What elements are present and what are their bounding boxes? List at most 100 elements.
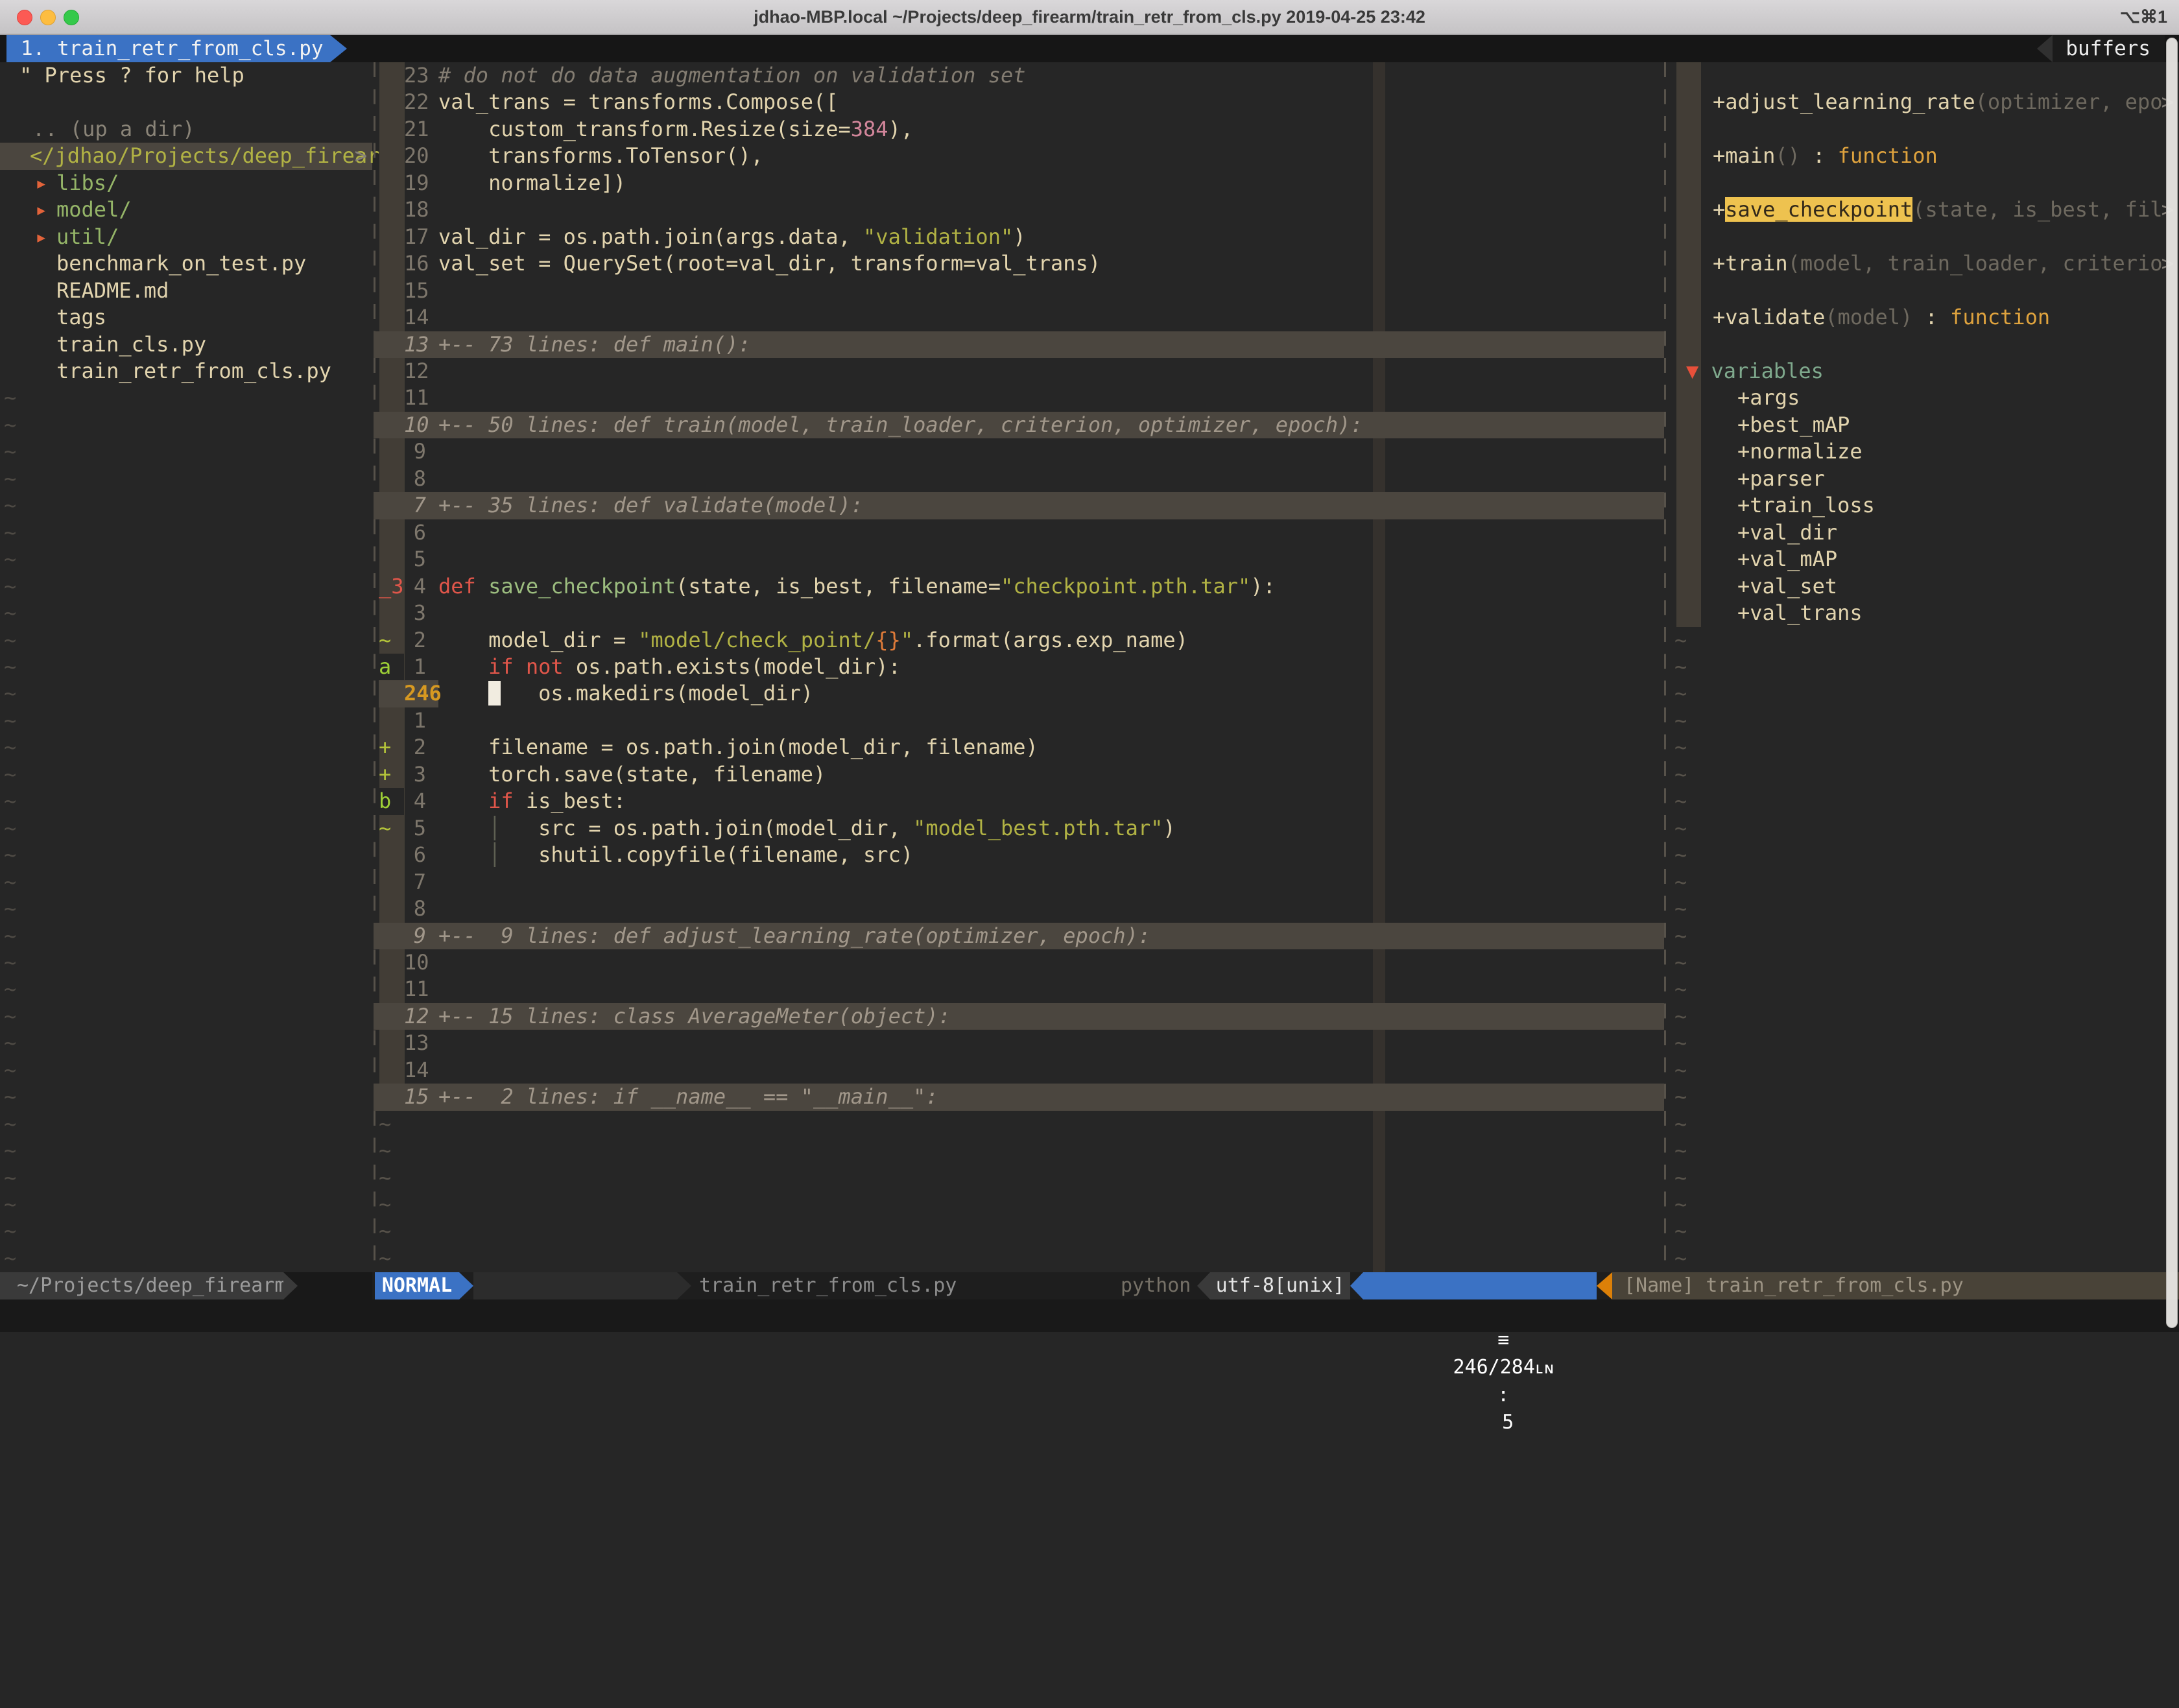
tag-item[interactable]: +normalize (1669, 438, 2179, 465)
empty-line-tilde: ~ (0, 949, 372, 976)
code-line[interactable]: 20 transforms.ToTensor(), (374, 143, 1664, 169)
code-line[interactable]: 5 (374, 546, 1664, 573)
code-line[interactable]: 9 (374, 438, 1664, 465)
powerline-arrow-icon (283, 1272, 298, 1299)
tree-item[interactable]: train_retr_from_cls.py (0, 358, 372, 385)
text-span (438, 842, 488, 867)
code-line[interactable]: 21 custom_transform.Resize(size=384), (374, 116, 1664, 143)
code-line[interactable]: 23# do not do data augmentation on valid… (374, 62, 1664, 89)
empty-line-tilde: ~ (0, 923, 372, 949)
line-number: 2 (404, 734, 438, 761)
tree-item[interactable]: README.md (0, 278, 372, 304)
tab-active[interactable]: 1. train_retr_from_cls.py (6, 35, 330, 62)
text-span (476, 574, 488, 599)
empty-line-tilde: ~ (374, 1165, 1664, 1191)
code-line[interactable]: 8 (374, 466, 1664, 492)
code-line[interactable]: 19 normalize]) (374, 170, 1664, 196)
tree-item[interactable]: .. (up a dir) (0, 116, 372, 143)
gutter-sign: _3 (379, 573, 404, 600)
scrollbar[interactable] (2166, 38, 2178, 1328)
gutter-sign (379, 170, 404, 196)
tagbar-panel[interactable]: +adjust_learning_rate(optimizer, epo> +ma… (1669, 62, 2179, 1272)
code-line[interactable]: 11 (374, 976, 1664, 1002)
code-line[interactable]: 14 (374, 1057, 1664, 1084)
code-line[interactable]: 3 (374, 600, 1664, 626)
tag-item[interactable] (1669, 116, 2179, 143)
code-line[interactable]: +2 filename = os.path.join(model_dir, fi… (374, 734, 1664, 761)
fold-line[interactable]: 15+-- 2 lines: if __name__ == "__main__"… (374, 1084, 1664, 1110)
tg-y: function (1838, 143, 1938, 168)
tag-item[interactable] (1669, 170, 2179, 196)
text-span: val_dir = os.path.join(args.data, (438, 224, 863, 249)
tag-item[interactable]: +adjust_learning_rate(optimizer, epo> (1669, 89, 2179, 115)
tag-item[interactable] (1669, 331, 2179, 358)
tag-item[interactable]: +parser (1669, 466, 2179, 492)
line-number: 7 (404, 492, 438, 519)
code-line[interactable]: +3 torch.save(state, filename) (374, 761, 1664, 788)
code-line[interactable]: 7 (374, 869, 1664, 896)
tree-item[interactable]: ▸model/ (0, 196, 372, 223)
tag-item[interactable]: +val_dir (1669, 519, 2179, 546)
code-line[interactable]: 6 │ shutil.copyfile(filename, src) (374, 842, 1664, 868)
editor-panel[interactable]: 23# do not do data augmentation on valid… (374, 62, 1664, 1272)
tag-item[interactable]: +train(model, train_loader, criterio> (1669, 250, 2179, 277)
code-line[interactable]: 246 os.makedirs(model_dir) (374, 680, 1664, 707)
code-line[interactable]: ~2 model_dir = "model/check_point/{}".fo… (374, 627, 1664, 654)
tag-item[interactable]: +validate(model) : function (1669, 304, 2179, 331)
tagbar-statusline: [Name] train_retr_from_cls.py (1612, 1272, 2179, 1299)
code-line[interactable]: 16val_set = QuerySet(root=val_dir, trans… (374, 250, 1664, 277)
tag-item[interactable] (1669, 224, 2179, 250)
command-line[interactable] (0, 1299, 2179, 1332)
fold-line[interactable]: 7+-- 35 lines: def validate(model): (374, 492, 1664, 519)
tag-item[interactable]: +val_set (1669, 573, 2179, 600)
code-line[interactable]: b4 if is_best: (374, 788, 1664, 814)
foldtxt: +-- 2 lines: if __name__ == "__main__": (438, 1084, 938, 1109)
code-line[interactable]: 22val_trans = transforms.Compose([ (374, 89, 1664, 115)
tag-item[interactable]: +best_mAP (1669, 412, 2179, 438)
code-line[interactable]: 18 (374, 196, 1664, 223)
code-line[interactable]: 14 (374, 304, 1664, 331)
code-line[interactable]: 6 (374, 519, 1664, 546)
tag-item[interactable]: +save_checkpoint(state, is_best, fil> (1669, 196, 2179, 223)
window-separator[interactable] (1664, 62, 1666, 1272)
fold-line[interactable]: 13+-- 73 lines: def main(): (374, 331, 1664, 358)
code-line[interactable]: 12 (374, 358, 1664, 385)
tag-item[interactable]: +train_loss (1669, 492, 2179, 519)
fold-line[interactable]: 12+-- 15 lines: class AverageMeter(objec… (374, 1003, 1664, 1030)
tree-item[interactable]: train_cls.py (0, 331, 372, 358)
foldtxt: +-- 9 lines: def adjust_learning_rate(op… (438, 923, 1150, 948)
code-line[interactable]: 13 (374, 1030, 1664, 1056)
tag-item[interactable]: +val_mAP (1669, 546, 2179, 573)
code-line[interactable]: ~5 │ src = os.path.join(model_dir, "mode… (374, 815, 1664, 842)
empty-line-tilde: ~ (1669, 842, 2179, 868)
code-line[interactable]: a1 if not os.path.exists(model_dir): (374, 654, 1664, 680)
code-line[interactable]: 10 (374, 949, 1664, 976)
code-line[interactable]: _34def save_checkpoint(state, is_best, f… (374, 573, 1664, 600)
empty-line-tilde: ~ (0, 976, 372, 1002)
fold-line[interactable]: 10+-- 50 lines: def train(model, train_l… (374, 412, 1664, 438)
code-line[interactable]: 17val_dir = os.path.join(args.data, "val… (374, 224, 1664, 250)
tag-item[interactable]: +main() : function (1669, 143, 2179, 169)
tag-item[interactable]: +val_trans (1669, 600, 2179, 626)
text-span: util/ (56, 224, 119, 249)
tree-item[interactable] (0, 89, 372, 115)
code-line[interactable]: 11 (374, 385, 1664, 411)
tag-item[interactable] (1669, 62, 2179, 89)
fold-line[interactable]: 9+-- 9 lines: def adjust_learning_rate(o… (374, 923, 1664, 949)
text-span: +parser (1737, 466, 1825, 491)
powerline-arrow-left-orange-icon (1597, 1272, 1612, 1299)
tree-item[interactable]: ▸libs/ (0, 170, 372, 196)
text-span: ), (888, 117, 914, 141)
code-line[interactable]: 1 (374, 707, 1664, 734)
tree-item[interactable]: </jdhao/Projects/deep_firear> (0, 143, 372, 169)
tree-item[interactable]: benchmark_on_test.py (0, 250, 372, 277)
tag-item[interactable] (1669, 278, 2179, 304)
tree-item[interactable]: " Press ? for help (0, 62, 372, 89)
tree-item[interactable]: tags (0, 304, 372, 331)
file-tree-panel[interactable]: " Press ? for help .. (up a dir)</jdhao/P… (0, 62, 372, 1272)
tag-section[interactable]: ▼ variables (1669, 358, 2179, 385)
tag-item[interactable]: +args (1669, 385, 2179, 411)
code-line[interactable]: 8 (374, 896, 1664, 922)
tree-item[interactable]: ▸util/ (0, 224, 372, 250)
code-line[interactable]: 15 (374, 278, 1664, 304)
